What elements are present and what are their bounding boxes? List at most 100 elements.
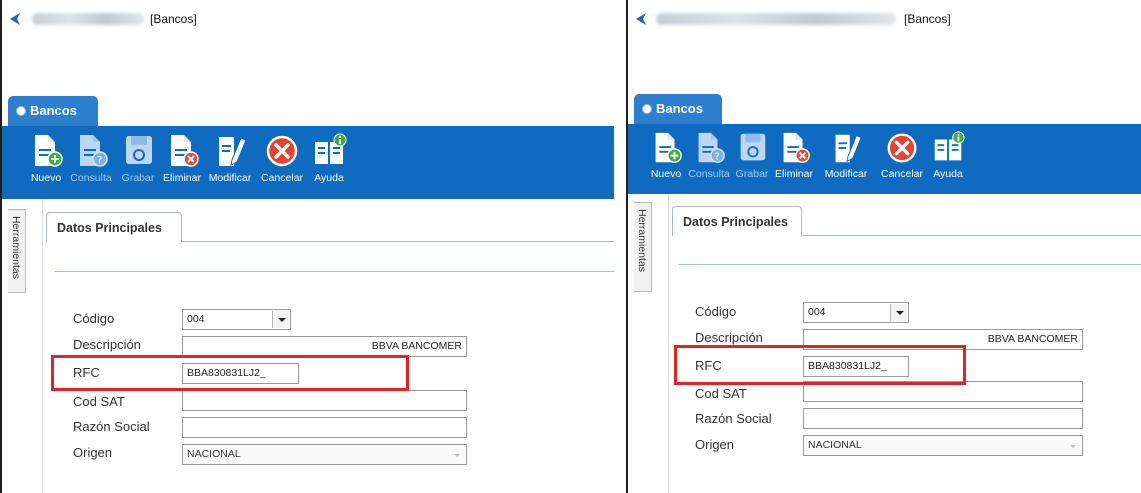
razon-social-label: Razón Social — [73, 419, 150, 434]
chevron-down-icon[interactable] — [272, 311, 289, 328]
origen-label: Origen — [73, 445, 113, 460]
modificar-label: Modificar — [824, 168, 868, 180]
ayuda-label: Ayuda — [314, 172, 344, 184]
chevron-down-icon — [454, 454, 460, 457]
consulta-button[interactable]: ? Consulta — [686, 130, 732, 180]
grabar-label: Grabar — [735, 168, 769, 180]
modificar-button[interactable]: Modificar — [204, 132, 256, 184]
form-area: Datos Principales Código 004 Descripción… — [42, 199, 614, 493]
cancelar-button[interactable]: Cancelar — [876, 130, 928, 180]
cancelar-label: Cancelar — [880, 168, 924, 180]
form-area: Datos Principales Código 004 Descripción… — [668, 194, 1141, 493]
tab-bancos[interactable]: Bancos — [8, 96, 98, 126]
cancelar-label: Cancelar — [260, 172, 304, 184]
app-logo-icon — [636, 13, 646, 25]
nuevo-label: Nuevo — [30, 172, 62, 184]
ayuda-button[interactable]: Ayuda — [308, 132, 350, 184]
origen-value: NACIONAL — [808, 439, 862, 451]
tab-bancos[interactable]: Bancos — [634, 94, 722, 124]
rfc-highlight-box — [51, 355, 409, 391]
eliminar-label: Eliminar — [775, 168, 813, 180]
title-bar: [Bancos] — [628, 0, 1141, 40]
codigo-combo[interactable]: 004 — [803, 302, 909, 323]
tab-underline — [802, 235, 1141, 236]
redacted-title — [32, 13, 144, 25]
screenshot-left: [Bancos] Bancos Nuevo ? Consulta Grabar … — [0, 0, 614, 493]
grabar-button[interactable]: Grabar — [732, 130, 772, 180]
codigo-value: 004 — [808, 306, 826, 318]
section-separator — [55, 271, 614, 272]
consulta-label: Consulta — [70, 172, 112, 184]
eliminar-button[interactable]: Eliminar — [158, 132, 206, 184]
new-document-icon — [35, 135, 63, 167]
window-title: [Bancos] — [904, 12, 951, 26]
section-separator — [679, 264, 1141, 265]
help-book-icon — [315, 133, 347, 164]
herramientas-panel-tab[interactable]: Herramientas — [8, 209, 26, 293]
module-tabstrip: Bancos — [2, 92, 614, 126]
origen-value: NACIONAL — [187, 448, 241, 460]
ayuda-label: Ayuda — [933, 168, 963, 180]
origen-select[interactable]: NACIONAL — [182, 444, 467, 465]
datos-principales-label: Datos Principales — [683, 215, 788, 229]
chevron-down-icon[interactable] — [890, 304, 907, 321]
app-logo-icon — [10, 13, 20, 25]
screenshot-right: [Bancos] Bancos Nuevo ? Consulta Grabar … — [626, 0, 1141, 493]
herramientas-label: Herramientas — [636, 209, 648, 273]
cancel-icon — [887, 133, 917, 163]
tab-bancos-label: Bancos — [30, 103, 77, 118]
title-bar: [Bancos] — [2, 0, 614, 40]
eliminar-label: Eliminar — [163, 172, 201, 184]
descripcion-label: Descripción — [73, 337, 141, 352]
toolbar: Nuevo ? Consulta Grabar Eliminar Modific… — [2, 126, 614, 199]
eliminar-button[interactable]: Eliminar — [771, 130, 817, 180]
edit-pencil-icon — [219, 137, 247, 166]
modificar-label: Modificar — [208, 172, 252, 184]
cod-sat-field[interactable] — [182, 390, 467, 411]
origen-select[interactable]: NACIONAL — [803, 435, 1083, 456]
modificar-button[interactable]: Modificar — [818, 130, 874, 180]
razon-social-field[interactable] — [182, 417, 467, 438]
codigo-label: Código — [695, 304, 737, 319]
delete-document-icon — [171, 135, 199, 167]
svg-text:?: ? — [715, 151, 720, 162]
tab-bancos-label: Bancos — [656, 101, 703, 116]
descripcion-value: BBVA BANCOMER — [987, 333, 1078, 345]
chevron-down-icon — [1070, 445, 1076, 448]
tab-dot-icon — [17, 107, 25, 115]
redacted-title — [656, 13, 896, 25]
nuevo-button[interactable]: Nuevo — [24, 132, 68, 184]
toolbar: Nuevo ? Consulta Grabar Eliminar Modific… — [628, 124, 1141, 194]
nuevo-button[interactable]: Nuevo — [646, 130, 686, 180]
razon-social-label: Razón Social — [695, 411, 772, 426]
nuevo-label: Nuevo — [650, 168, 682, 180]
tab-datos-principales[interactable]: Datos Principales — [672, 206, 802, 236]
help-book-icon — [934, 131, 965, 161]
codigo-combo[interactable]: 004 — [182, 309, 291, 330]
svg-text:?: ? — [97, 155, 102, 166]
origen-label: Origen — [695, 437, 735, 452]
consulta-label: Consulta — [688, 168, 730, 180]
descripcion-field[interactable]: BBVA BANCOMER — [182, 336, 467, 357]
herramientas-label: Herramientas — [10, 216, 22, 280]
cod-sat-label: Cod SAT — [695, 386, 747, 401]
cod-sat-label: Cod SAT — [73, 394, 125, 409]
module-tabstrip: Bancos — [628, 88, 1141, 124]
ayuda-button[interactable]: Ayuda — [928, 130, 968, 180]
datos-principales-label: Datos Principales — [57, 221, 162, 235]
query-document-icon: ? — [80, 135, 108, 167]
grabar-button[interactable]: Grabar — [116, 132, 160, 184]
new-document-icon — [655, 132, 682, 163]
rfc-highlight-box — [674, 345, 966, 385]
save-disk-icon — [126, 136, 152, 164]
herramientas-panel-tab[interactable]: Herramientas — [634, 202, 652, 292]
tab-datos-principales[interactable]: Datos Principales — [46, 212, 182, 242]
window-title: [Bancos] — [150, 12, 197, 26]
cancelar-button[interactable]: Cancelar — [256, 132, 308, 184]
consulta-button[interactable]: ? Consulta — [66, 132, 116, 184]
grabar-label: Grabar — [121, 172, 155, 184]
razon-social-field[interactable] — [803, 408, 1083, 429]
codigo-label: Código — [73, 311, 115, 326]
tab-dot-icon — [643, 105, 651, 113]
cancel-icon — [266, 135, 298, 167]
